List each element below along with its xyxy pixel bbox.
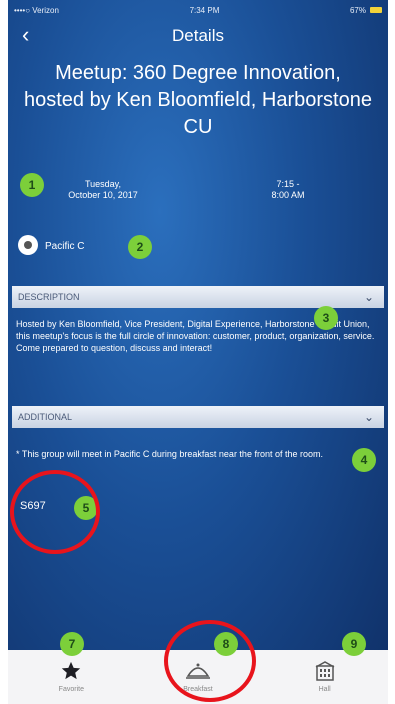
event-time-start: 7:15 - xyxy=(276,179,300,189)
event-time: 7:15 - 8:00 AM xyxy=(258,179,318,201)
navigation-bar: ‹ Details xyxy=(8,20,388,52)
additional-header[interactable]: ADDITIONAL ⌄ xyxy=(12,406,384,428)
description-label: DESCRIPTION xyxy=(18,292,80,302)
highlight-ring xyxy=(164,620,256,702)
event-date-weekday: Tuesday, xyxy=(84,179,122,189)
tab-hall-label: Hall xyxy=(318,686,331,693)
additional-label: ADDITIONAL xyxy=(18,412,73,422)
callout-badge-1: 1 xyxy=(20,173,44,197)
battery-icon xyxy=(369,7,382,13)
chevron-down-icon: ⌄ xyxy=(363,410,374,424)
building-icon xyxy=(314,660,336,682)
additional-text: * This group will meet in Pacific C duri… xyxy=(16,449,323,459)
callout-badge-9: 9 xyxy=(342,632,366,656)
battery-percent: 67% xyxy=(349,5,366,15)
location-pin-icon xyxy=(18,235,38,255)
star-icon xyxy=(60,660,82,682)
callout-badge-7: 7 xyxy=(60,632,84,656)
back-button[interactable]: ‹ xyxy=(22,24,29,46)
description-header[interactable]: DESCRIPTION ⌄ xyxy=(12,286,384,308)
chevron-down-icon: ⌄ xyxy=(363,290,374,304)
carrier-label: ••••○ Verizon xyxy=(14,5,59,15)
tab-hall[interactable]: Hall xyxy=(280,660,370,693)
callout-badge-2: 2 xyxy=(128,235,152,259)
tab-favorite-label: Favorite xyxy=(58,686,84,693)
location-label[interactable]: Pacific C xyxy=(45,241,84,252)
status-bar: ••••○ Verizon 7:34 PM 67% xyxy=(8,0,388,20)
page-title: Details xyxy=(172,26,224,45)
event-date-day: October 10, 2017 xyxy=(68,190,138,200)
status-time: 7:34 PM xyxy=(189,5,220,15)
event-date: Tuesday, October 10, 2017 xyxy=(53,179,153,201)
phone-screen: ••••○ Verizon 7:34 PM 67% ‹ Details Meet… xyxy=(8,0,388,704)
event-time-end: 8:00 AM xyxy=(271,190,305,200)
callout-badge-4: 4 xyxy=(352,448,376,472)
status-right: 67% xyxy=(350,6,382,15)
highlight-ring xyxy=(10,470,100,554)
event-title: Meetup: 360 Degree Innovation, hosted by… xyxy=(24,62,372,138)
tab-favorite[interactable]: Favorite xyxy=(26,660,116,693)
callout-badge-3: 3 xyxy=(314,306,338,330)
